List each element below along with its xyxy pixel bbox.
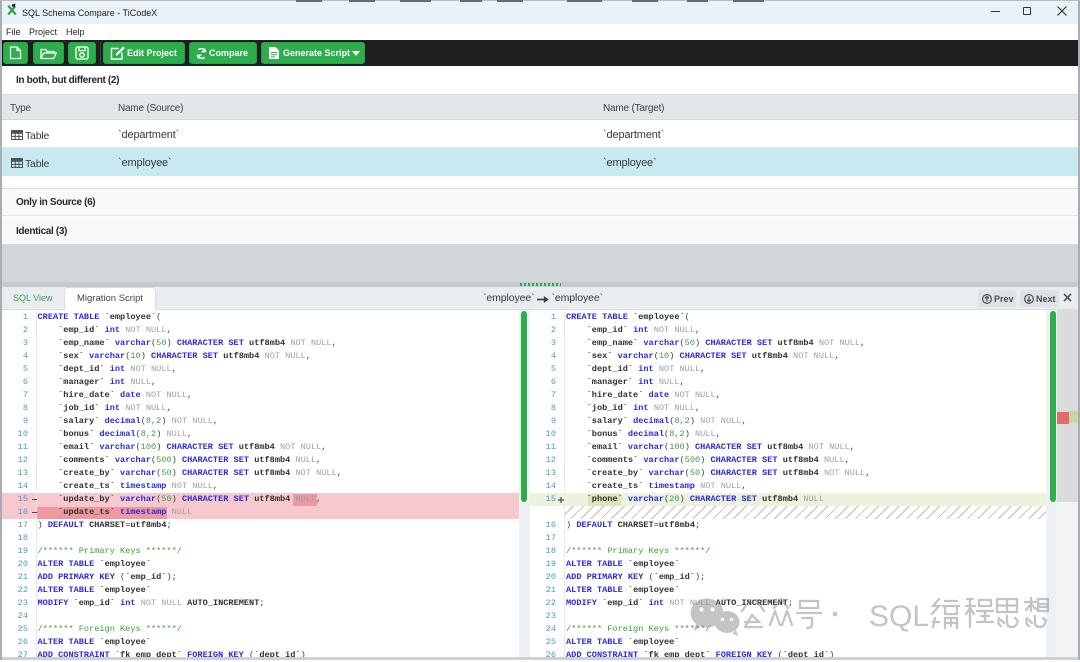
- svg-text:SQL: SQL: [869, 600, 929, 633]
